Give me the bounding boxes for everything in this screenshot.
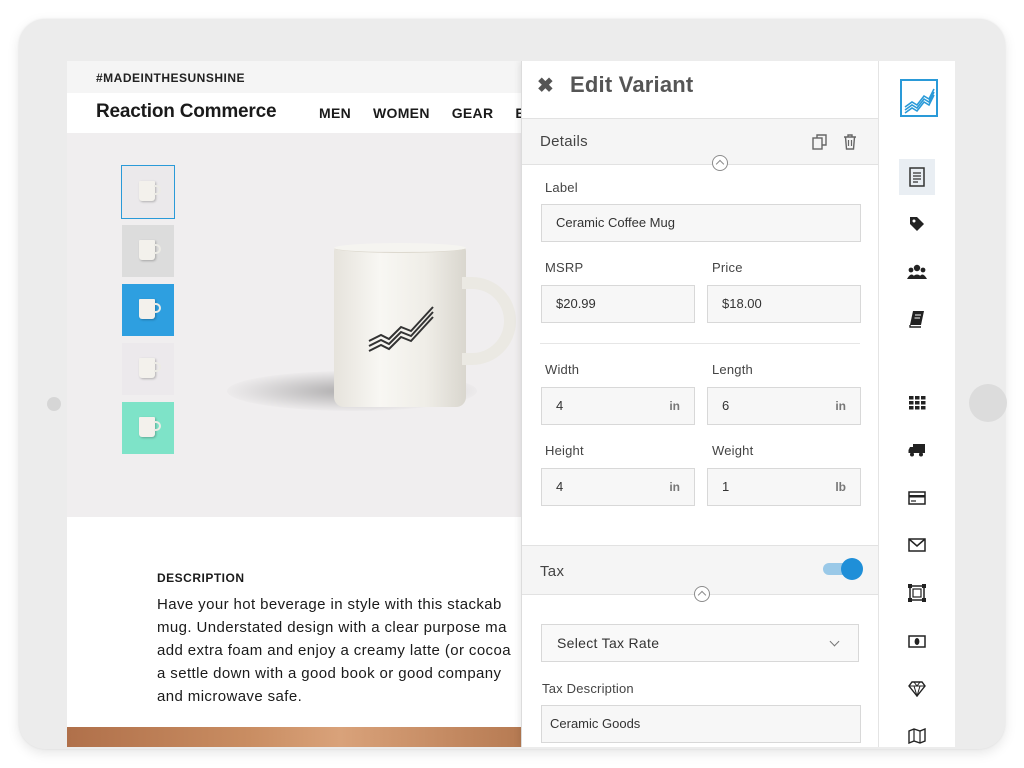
height-value: 4: [556, 479, 564, 494]
height-input[interactable]: 4 in: [541, 468, 695, 506]
label-field-label: Label: [545, 180, 578, 195]
diamond-icon[interactable]: [899, 671, 935, 707]
thumbnail-list: [121, 165, 175, 461]
tax-rate-select-value: Select Tax Rate: [557, 635, 660, 651]
description-block: DESCRIPTION Have your hot beverage in st…: [157, 571, 527, 708]
weight-input[interactable]: 1 lb: [707, 468, 861, 506]
tax-description-input[interactable]: Ceramic Goods: [541, 705, 861, 743]
width-field-label: Width: [545, 362, 580, 377]
msrp-field-label: MSRP: [545, 260, 584, 275]
panel-title: Edit Variant: [570, 72, 694, 97]
media-frame-icon[interactable]: [899, 575, 935, 611]
thumbnail-5[interactable]: [122, 402, 174, 454]
mug-logo-icon: [368, 306, 434, 352]
envelope-icon[interactable]: [899, 527, 935, 563]
chevron-down-icon: [829, 636, 840, 647]
tag-icon[interactable]: [899, 206, 935, 242]
collapse-details-icon[interactable]: [712, 155, 728, 171]
trash-icon[interactable]: [841, 133, 859, 151]
length-field-label: Length: [712, 362, 753, 377]
details-section-title: Details: [540, 133, 588, 150]
users-icon[interactable]: [899, 254, 935, 290]
thumbnail-1[interactable]: [121, 165, 175, 219]
description-title: DESCRIPTION: [157, 571, 245, 585]
product-hero: [67, 133, 522, 517]
description-text: Have your hot beverage in style with thi…: [157, 596, 511, 705]
product-image: [217, 243, 522, 463]
divider: [540, 343, 860, 344]
money-icon[interactable]: [899, 623, 935, 659]
tax-toggle[interactable]: [823, 558, 863, 580]
panel-header: ✖ Edit Variant: [522, 61, 879, 119]
width-input[interactable]: 4 in: [541, 387, 695, 425]
price-input[interactable]: $18.00: [707, 285, 861, 323]
map-icon[interactable]: [899, 718, 935, 747]
thumbnail-2[interactable]: [122, 225, 174, 277]
length-value: 6: [722, 398, 730, 413]
promo-bar: #MADEINTHESUNSHINE: [67, 61, 522, 93]
length-input[interactable]: 6 in: [707, 387, 861, 425]
width-value: 4: [556, 398, 564, 413]
lifestyle-image: [67, 727, 522, 747]
credit-card-icon[interactable]: [899, 480, 935, 516]
main-nav: MEN WOMEN GEAR E: [319, 105, 525, 121]
close-icon[interactable]: ✖: [537, 73, 554, 98]
length-unit: in: [835, 399, 846, 413]
tax-description-label: Tax Description: [542, 681, 634, 696]
collapse-tax-icon[interactable]: [694, 586, 710, 602]
dashboard-logo-icon[interactable]: [900, 79, 938, 117]
grid-icon[interactable]: [899, 385, 935, 421]
tax-toggle-knob: [841, 558, 863, 580]
height-field-label: Height: [545, 443, 584, 458]
nav-item-men[interactable]: MEN: [319, 105, 351, 121]
tax-rate-select[interactable]: Select Tax Rate: [541, 624, 859, 662]
tablet-frame: #MADEINTHESUNSHINE Reaction Commerce MEN…: [19, 19, 1007, 749]
thumbnail-4[interactable]: [122, 343, 174, 395]
weight-field-label: Weight: [712, 443, 754, 458]
details-section-header[interactable]: Details: [522, 119, 879, 165]
width-unit: in: [669, 399, 680, 413]
screen: #MADEINTHESUNSHINE Reaction Commerce MEN…: [67, 61, 955, 747]
promo-text: #MADEINTHESUNSHINE: [96, 71, 246, 85]
home-button[interactable]: [969, 384, 1007, 422]
edit-variant-panel: ✖ Edit Variant Details Label Ceramic Cof…: [521, 61, 879, 747]
nav-item-women[interactable]: WOMEN: [373, 105, 430, 121]
brand-logo[interactable]: Reaction Commerce: [96, 101, 277, 123]
weight-unit: lb: [835, 480, 846, 494]
duplicate-icon[interactable]: [811, 133, 829, 151]
truck-icon[interactable]: [899, 432, 935, 468]
tax-section-title: Tax: [540, 563, 565, 580]
weight-value: 1: [722, 479, 730, 494]
book-icon[interactable]: [899, 301, 935, 337]
price-field-label: Price: [712, 260, 743, 275]
nav-item-gear[interactable]: GEAR: [452, 105, 494, 121]
label-input[interactable]: Ceramic Coffee Mug: [541, 204, 861, 242]
receipt-icon[interactable]: [899, 159, 935, 195]
msrp-input[interactable]: $20.99: [541, 285, 695, 323]
store-header: Reaction Commerce MEN WOMEN GEAR E: [67, 93, 525, 133]
height-unit: in: [669, 480, 680, 494]
admin-toolbar: [878, 61, 955, 747]
camera-dot: [47, 397, 61, 411]
thumbnail-3[interactable]: [122, 284, 174, 336]
